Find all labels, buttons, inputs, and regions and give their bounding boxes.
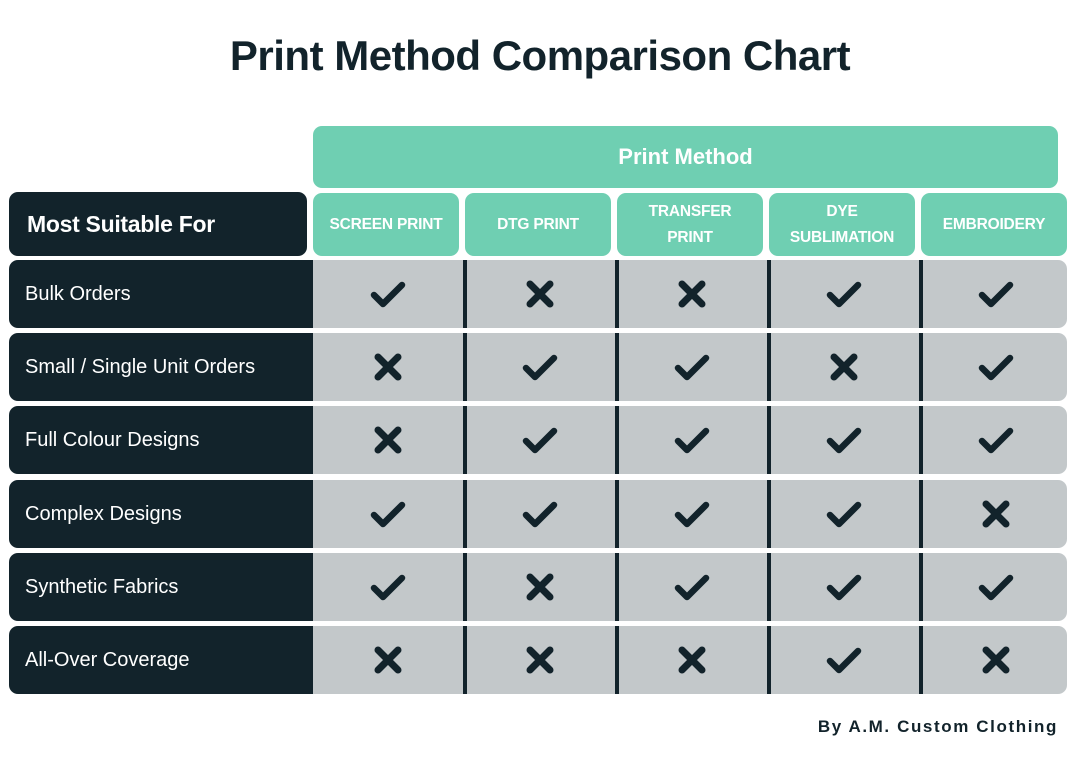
check-icon bbox=[769, 480, 919, 548]
cross-icon bbox=[921, 480, 1071, 548]
column-divider bbox=[767, 333, 771, 401]
print-method-group-header: Print Method bbox=[313, 126, 1058, 188]
row-label: Bulk Orders bbox=[9, 260, 321, 328]
column-header-label: DYE SUBLIMATION bbox=[790, 199, 894, 251]
cross-icon bbox=[465, 260, 615, 328]
column-header-screen-print: SCREEN PRINT bbox=[313, 193, 459, 256]
column-header-dye-sublimation: DYE SUBLIMATION bbox=[769, 193, 915, 256]
check-icon bbox=[465, 406, 615, 474]
row-cells bbox=[313, 333, 1067, 401]
column-divider bbox=[463, 480, 467, 548]
check-icon bbox=[921, 553, 1071, 621]
row-cells bbox=[313, 260, 1067, 328]
column-divider bbox=[615, 480, 619, 548]
table-row: Full Colour Designs bbox=[9, 406, 1067, 474]
cross-icon bbox=[617, 626, 767, 694]
check-icon bbox=[313, 480, 463, 548]
check-icon bbox=[465, 333, 615, 401]
row-cells bbox=[313, 406, 1067, 474]
table-row: All-Over Coverage bbox=[9, 626, 1067, 694]
column-divider bbox=[463, 406, 467, 474]
check-icon bbox=[617, 333, 767, 401]
column-header-line2: PRINT bbox=[667, 228, 713, 246]
table-row: Bulk Orders bbox=[9, 260, 1067, 328]
check-icon bbox=[769, 260, 919, 328]
column-header-embroidery: EMBROIDERY bbox=[921, 193, 1067, 256]
column-divider bbox=[767, 260, 771, 328]
column-header-dtg-print: DTG PRINT bbox=[465, 193, 611, 256]
check-icon bbox=[921, 406, 1071, 474]
row-cells bbox=[313, 480, 1067, 548]
row-cells bbox=[313, 626, 1067, 694]
column-divider bbox=[919, 333, 923, 401]
column-divider bbox=[919, 480, 923, 548]
footer-credit: By A.M. Custom Clothing bbox=[817, 717, 1058, 736]
cross-icon bbox=[617, 260, 767, 328]
row-header-label: Most Suitable For bbox=[27, 210, 215, 237]
column-divider bbox=[615, 260, 619, 328]
column-divider bbox=[463, 553, 467, 621]
column-divider bbox=[615, 406, 619, 474]
column-header-label: DTG PRINT bbox=[497, 212, 579, 238]
table-row: Synthetic Fabrics bbox=[9, 553, 1067, 621]
column-divider bbox=[919, 406, 923, 474]
most-suitable-for-header: Most Suitable For bbox=[9, 192, 307, 256]
column-divider bbox=[463, 333, 467, 401]
cross-icon bbox=[769, 333, 919, 401]
check-icon bbox=[921, 260, 1071, 328]
check-icon bbox=[769, 626, 919, 694]
column-divider bbox=[919, 626, 923, 694]
row-label: All-Over Coverage bbox=[9, 626, 321, 694]
row-label: Full Colour Designs bbox=[9, 406, 321, 474]
check-icon bbox=[617, 553, 767, 621]
column-divider bbox=[463, 260, 467, 328]
check-icon bbox=[617, 406, 767, 474]
column-header-line1: EMBROIDERY bbox=[942, 215, 1046, 233]
column-header-line1: DTG PRINT bbox=[497, 215, 579, 233]
column-divider bbox=[615, 553, 619, 621]
column-divider bbox=[767, 406, 771, 474]
column-header-line1: DYE bbox=[826, 202, 858, 220]
column-header-transfer-print: TRANSFER PRINT bbox=[617, 193, 763, 256]
check-icon bbox=[921, 333, 1071, 401]
column-divider bbox=[463, 626, 467, 694]
chart-title: Print Method Comparison Chart bbox=[229, 32, 851, 79]
column-divider bbox=[919, 260, 923, 328]
column-header-line2: SUBLIMATION bbox=[789, 228, 895, 246]
table-row: Complex Designs bbox=[9, 480, 1067, 548]
cross-icon bbox=[465, 553, 615, 621]
check-icon bbox=[769, 406, 919, 474]
column-divider bbox=[767, 626, 771, 694]
column-header-label: TRANSFER PRINT bbox=[649, 199, 732, 251]
cross-icon bbox=[313, 333, 463, 401]
row-label: Synthetic Fabrics bbox=[9, 553, 321, 621]
table-row: Small / Single Unit Orders bbox=[9, 333, 1067, 401]
check-icon bbox=[769, 553, 919, 621]
column-header-label: EMBROIDERY bbox=[943, 212, 1046, 238]
row-cells bbox=[313, 553, 1067, 621]
column-divider bbox=[767, 480, 771, 548]
column-header-line1: TRANSFER bbox=[648, 202, 732, 220]
column-divider bbox=[767, 553, 771, 621]
row-label: Complex Designs bbox=[9, 480, 321, 548]
column-header-line1: SCREEN PRINT bbox=[329, 215, 443, 233]
check-icon bbox=[313, 260, 463, 328]
column-divider bbox=[615, 626, 619, 694]
column-divider bbox=[919, 553, 923, 621]
cross-icon bbox=[313, 626, 463, 694]
row-label: Small / Single Unit Orders bbox=[9, 333, 321, 401]
column-header-label: SCREEN PRINT bbox=[329, 212, 442, 238]
cross-icon bbox=[465, 626, 615, 694]
print-method-group-label: Print Method bbox=[618, 144, 753, 169]
check-icon bbox=[617, 480, 767, 548]
column-divider bbox=[615, 333, 619, 401]
cross-icon bbox=[921, 626, 1071, 694]
check-icon bbox=[465, 480, 615, 548]
cross-icon bbox=[313, 406, 463, 474]
check-icon bbox=[313, 553, 463, 621]
